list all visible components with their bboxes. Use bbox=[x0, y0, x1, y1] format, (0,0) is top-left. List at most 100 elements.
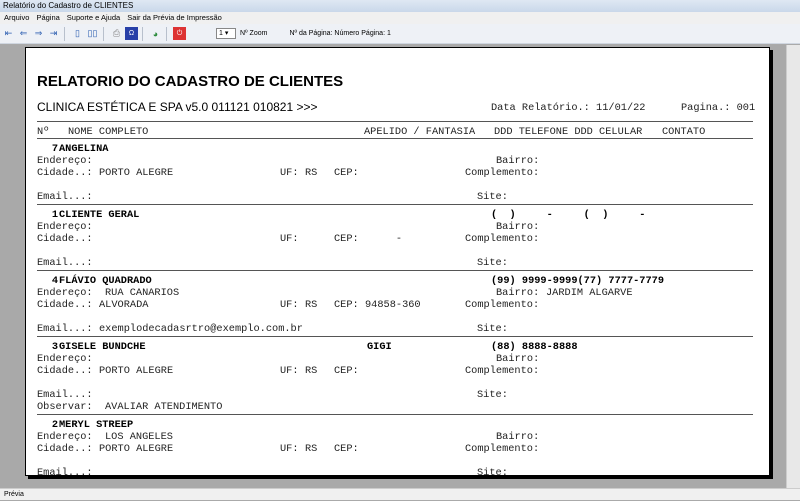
email-label: Email...: bbox=[37, 191, 93, 203]
complemento-label: Complemento: bbox=[465, 167, 540, 179]
next-page-icon[interactable]: ⇒ bbox=[32, 27, 45, 40]
uf-label: UF: bbox=[280, 299, 299, 311]
uf-label: UF: bbox=[280, 365, 299, 377]
bairro-label: Bairro: bbox=[496, 431, 540, 443]
page-number-label: Nº da Página: Número Página: 1 bbox=[289, 30, 391, 37]
zoom-select[interactable]: 1 ▾ bbox=[216, 28, 236, 39]
bairro-label: Bairro: bbox=[496, 287, 540, 299]
email-label: Email...: bbox=[37, 323, 93, 335]
print-icon[interactable]: ⎙ bbox=[110, 27, 123, 40]
export-icon[interactable]: Ω bbox=[125, 27, 138, 40]
table-row: 4 FLÁVIO QUADRADO (99) 9999-9999(77) 7777-… bbox=[37, 271, 753, 337]
table-row: 3 GISELE BUNDCHE GIGI (88) 8888-8888 Endereç… bbox=[37, 337, 753, 415]
uf-label: UF: bbox=[280, 167, 299, 179]
report-date: Data Relatório.: 11/01/22 bbox=[491, 102, 646, 114]
bairro-label: Bairro: bbox=[496, 353, 540, 365]
last-page-icon[interactable]: ⇥ bbox=[47, 27, 60, 40]
menu-suporte[interactable]: Suporte e Ajuda bbox=[67, 12, 120, 24]
record-phones: (88) 8888-8888 bbox=[491, 341, 578, 353]
two-pages-icon[interactable]: ▯▯ bbox=[86, 27, 99, 40]
cidade-label: Cidade..: bbox=[37, 365, 93, 377]
record-endereco: LOS ANGELES bbox=[105, 431, 173, 443]
endereco-label: Endereço: bbox=[37, 431, 93, 443]
record-name: MERYL STREEP bbox=[59, 419, 134, 431]
record-apelido: GIGI bbox=[367, 341, 392, 353]
record-name: CLIENTE GERAL bbox=[59, 209, 140, 221]
cep-label: CEP: bbox=[334, 299, 359, 311]
cep-label: CEP: bbox=[334, 365, 359, 377]
table-row: 2 MERYL STREEP Endereço: LOS ANGELES Bairro:… bbox=[37, 415, 753, 476]
site-label: Site: bbox=[477, 389, 508, 401]
record-number: 1 bbox=[51, 209, 58, 221]
observar-label: Observar: bbox=[37, 401, 93, 413]
window-title: Relatório do Cadastro de CLIENTES bbox=[0, 0, 800, 12]
web-icon[interactable]: ◕ bbox=[149, 27, 162, 40]
record-cidade: ALVORADA bbox=[99, 299, 149, 311]
toolbar: ⇤ ⇐ ⇒ ⇥ ▯ ▯▯ ⎙ Ω ◕ ⏻ 1 ▾ Nº Zoom Nº da P… bbox=[0, 24, 800, 44]
record-number: 3 bbox=[51, 341, 58, 353]
divider bbox=[103, 26, 104, 41]
endereco-label: Endereço: bbox=[37, 353, 93, 365]
header-num: Nº bbox=[37, 126, 50, 138]
endereco-label: Endereço: bbox=[37, 221, 93, 233]
vertical-scrollbar[interactable] bbox=[786, 45, 800, 488]
record-name: GISELE BUNDCHE bbox=[59, 341, 146, 353]
record-uf: RS bbox=[305, 443, 318, 455]
record-email: exemplodecadasrtro@exemplo.com.br bbox=[99, 323, 303, 335]
first-page-icon[interactable]: ⇤ bbox=[2, 27, 15, 40]
report-subtitle: CLINICA ESTÉTICA E SPA v5.0 011121 01082… bbox=[37, 100, 318, 114]
prev-page-icon[interactable]: ⇐ bbox=[17, 27, 30, 40]
divider bbox=[142, 26, 143, 41]
record-number: 7 bbox=[51, 143, 58, 155]
record-number: 2 bbox=[51, 419, 58, 431]
report-title: RELATORIO DO CADASTRO DE CLIENTES bbox=[37, 73, 344, 90]
uf-label: UF: bbox=[280, 443, 299, 455]
record-uf: RS bbox=[305, 365, 318, 377]
report-page: RELATORIO DO CADASTRO DE CLIENTES CLINIC… bbox=[25, 47, 770, 476]
record-cidade: PORTO ALEGRE bbox=[99, 365, 174, 377]
site-label: Site: bbox=[477, 467, 508, 476]
zoom-value: 1 bbox=[219, 30, 223, 37]
header-contato: CONTATO bbox=[662, 126, 706, 138]
record-number: 4 bbox=[51, 275, 58, 287]
record-uf: RS bbox=[305, 299, 318, 311]
bairro-label: Bairro: bbox=[496, 155, 540, 167]
complemento-label: Complemento: bbox=[465, 443, 540, 455]
email-label: Email...: bbox=[37, 389, 93, 401]
zoom-label: Nº Zoom bbox=[240, 30, 268, 37]
email-label: Email...: bbox=[37, 467, 93, 476]
header-phones: DDD TELEFONE DDD CELULAR bbox=[494, 126, 643, 138]
site-label: Site: bbox=[477, 323, 508, 335]
bairro-label: Bairro: bbox=[496, 221, 540, 233]
records-list: 7 ANGELINA Endereço: Bairro: Cidade..: PORTO … bbox=[26, 139, 769, 476]
uf-label: UF: bbox=[280, 233, 299, 245]
cidade-label: Cidade..: bbox=[37, 299, 93, 311]
record-cep: - bbox=[365, 233, 403, 245]
endereco-label: Endereço: bbox=[37, 155, 93, 167]
menu-sair[interactable]: Sair da Prévia de Impressão bbox=[127, 12, 222, 24]
record-phones: ( ) - ( ) - bbox=[491, 209, 646, 221]
record-name: ANGELINA bbox=[59, 143, 109, 155]
record-cep: 94858-360 bbox=[365, 299, 421, 311]
menu-bar: Arquivo Página Suporte e Ajuda Sair da P… bbox=[0, 12, 800, 24]
complemento-label: Complemento: bbox=[465, 365, 540, 377]
table-row: 1 CLIENTE GERAL ( ) - ( ) - Endereço: Bairro… bbox=[37, 205, 753, 271]
menu-arquivo[interactable]: Arquivo bbox=[4, 12, 29, 24]
record-name: FLÁVIO QUADRADO bbox=[59, 275, 152, 287]
single-page-icon[interactable]: ▯ bbox=[71, 27, 84, 40]
divider bbox=[64, 26, 65, 41]
column-headers: Nº NOME COMPLETO APELIDO / FANTASIA DDD … bbox=[26, 124, 769, 138]
menu-pagina[interactable]: Página bbox=[36, 12, 59, 24]
record-cidade: PORTO ALEGRE bbox=[99, 443, 174, 455]
complemento-label: Complemento: bbox=[465, 233, 540, 245]
close-preview-icon[interactable]: ⏻ bbox=[173, 27, 186, 40]
endereco-label: Endereço: bbox=[37, 287, 93, 299]
report-page-number: Pagina.: 001 bbox=[681, 102, 756, 114]
record-endereco: RUA CANARIOS bbox=[105, 287, 180, 299]
cidade-label: Cidade..: bbox=[37, 233, 93, 245]
cep-label: CEP: bbox=[334, 443, 359, 455]
cidade-label: Cidade..: bbox=[37, 443, 93, 455]
record-cidade: PORTO ALEGRE bbox=[99, 167, 174, 179]
site-label: Site: bbox=[477, 191, 508, 203]
status-bar: Prévia bbox=[0, 488, 800, 500]
